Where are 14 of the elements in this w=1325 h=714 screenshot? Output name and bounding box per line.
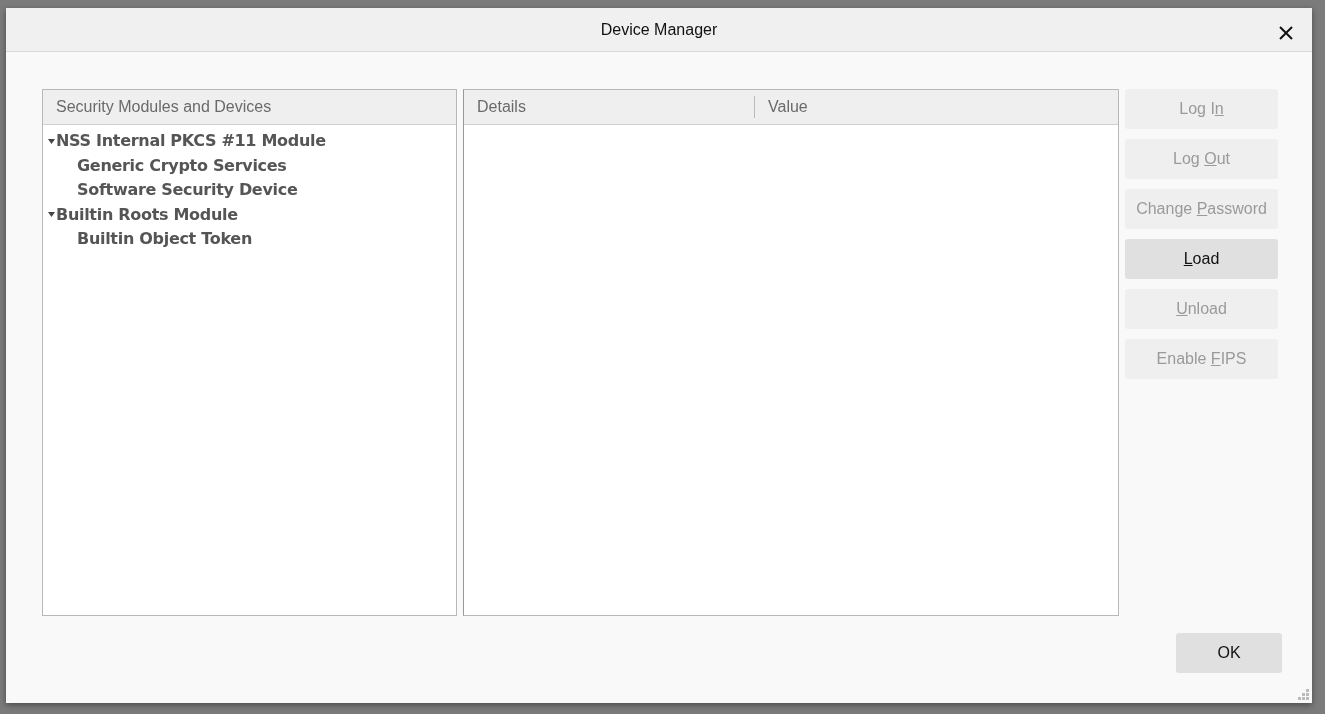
tree-item-label[interactable]: Builtin Object Token [77, 227, 252, 252]
tree-item-label[interactable]: NSS Internal PKCS #11 Module [56, 129, 326, 154]
tree-item-label[interactable]: Generic Crypto Services [77, 153, 287, 178]
resize-grip-icon [1298, 689, 1309, 700]
tree-item-label[interactable]: Software Security Device [77, 178, 298, 203]
ok-button[interactable]: OK [1176, 633, 1282, 673]
window-title: Device Manager [600, 19, 718, 40]
column-header[interactable]: Value [755, 95, 808, 119]
column-header[interactable]: Details [464, 95, 526, 119]
side-button[interactable]: Load [1125, 239, 1278, 279]
twisty-icon[interactable] [47, 137, 56, 145]
twisty-icon[interactable] [47, 211, 56, 219]
column-header[interactable]: Security Modules and Devices [43, 90, 456, 125]
tree-item-label[interactable]: Builtin Roots Module [56, 202, 238, 227]
